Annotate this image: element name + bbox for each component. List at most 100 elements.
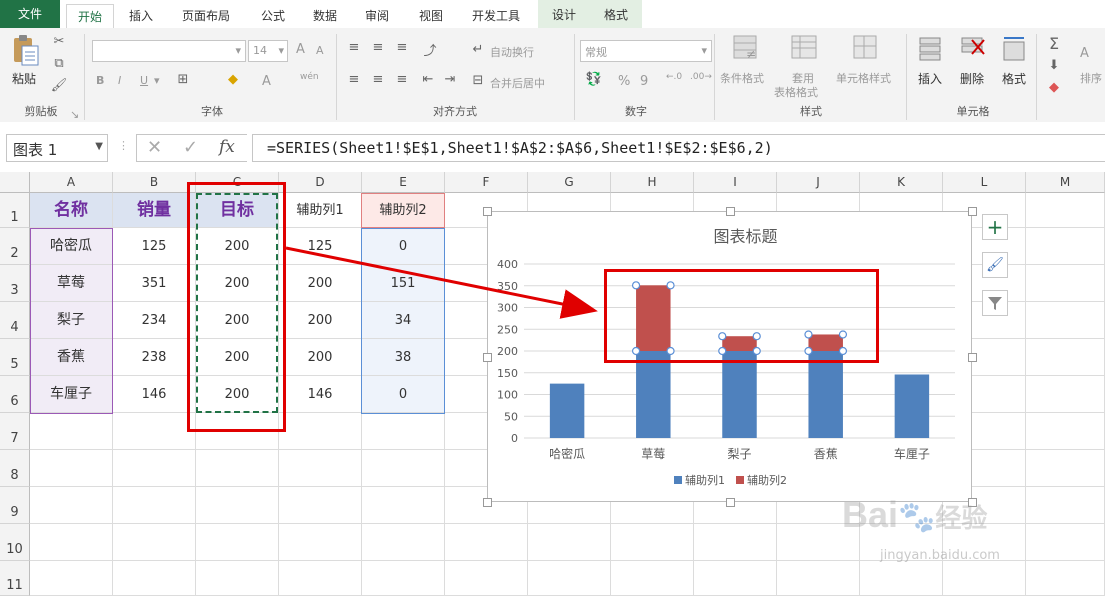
name-box[interactable]: 图表 1 ▼ <box>6 134 108 162</box>
align-middle-icon[interactable]: ≡ <box>368 40 388 55</box>
column-header-b[interactable]: B <box>113 172 196 193</box>
fill-color-icon[interactable]: ◆ <box>222 72 244 87</box>
cell[interactable] <box>1026 228 1105 265</box>
table-cell[interactable]: 车厘子 <box>30 376 113 413</box>
table-cell[interactable]: 草莓 <box>30 265 113 302</box>
cell[interactable] <box>1026 339 1105 376</box>
chart-elements-button[interactable]: + <box>982 214 1008 240</box>
table-header-cell[interactable]: 销量 <box>113 193 196 228</box>
cell[interactable] <box>279 524 362 561</box>
column-header-i[interactable]: I <box>694 172 777 193</box>
cell[interactable] <box>694 561 777 596</box>
cancel-icon[interactable]: ✕ <box>147 137 162 158</box>
table-cell[interactable]: 238 <box>113 339 196 376</box>
bold-button[interactable]: B <box>96 74 104 87</box>
conditional-formatting-button[interactable]: 条件格式 <box>720 70 764 86</box>
tab-chart-design[interactable]: 设计 <box>538 0 590 28</box>
number-format-select[interactable]: 常规 ▾ <box>580 40 712 62</box>
table-cell[interactable]: 234 <box>113 302 196 339</box>
fill-icon[interactable]: ⬇ <box>1044 58 1064 73</box>
sort-filter-icon[interactable]: A <box>1080 46 1089 61</box>
orientation-icon[interactable]: ⤴ <box>420 40 440 59</box>
tab-file[interactable]: 文件 <box>0 0 60 28</box>
paste-button[interactable]: 粘贴 <box>12 70 36 87</box>
format-as-table-label-2[interactable]: 表格格式 <box>774 84 818 100</box>
cell[interactable] <box>694 524 777 561</box>
decrease-indent-icon[interactable]: ⇤ <box>418 72 438 87</box>
cell[interactable] <box>362 487 445 524</box>
cell[interactable] <box>279 413 362 450</box>
cell[interactable] <box>1026 487 1105 524</box>
cell[interactable] <box>611 524 694 561</box>
cell[interactable] <box>196 450 279 487</box>
cell[interactable] <box>362 450 445 487</box>
row-header-9[interactable]: 9 <box>0 487 30 524</box>
phonetic-guide-button[interactable]: wén <box>300 72 319 82</box>
underline-button[interactable]: U <box>140 74 148 87</box>
merge-icon[interactable]: ⊟ <box>470 73 486 88</box>
chevron-down-icon[interactable]: ▾ <box>154 74 160 87</box>
column-header-e[interactable]: E <box>362 172 445 193</box>
cell[interactable] <box>113 413 196 450</box>
formula-input[interactable]: =SERIES(Sheet1!$E$1,Sheet1!$A$2:$A$6,She… <box>252 134 1105 162</box>
row-header-10[interactable]: 10 <box>0 524 30 561</box>
row-header-11[interactable]: 11 <box>0 561 30 596</box>
row-header-3[interactable]: 3 <box>0 265 30 302</box>
delete-cells-icon[interactable] <box>958 34 986 62</box>
row-header-5[interactable]: 5 <box>0 339 30 376</box>
column-header-j[interactable]: J <box>777 172 860 193</box>
cell[interactable] <box>30 450 113 487</box>
cell[interactable] <box>30 487 113 524</box>
align-top-icon[interactable]: ≡ <box>344 40 364 55</box>
table-cell[interactable]: 200 <box>196 302 279 339</box>
table-header-cell[interactable]: 名称 <box>30 193 113 228</box>
format-as-table-icon[interactable] <box>790 34 818 62</box>
tab-page-layout[interactable]: 页面布局 <box>172 4 240 28</box>
cell[interactable] <box>528 524 611 561</box>
cell[interactable] <box>445 524 528 561</box>
cell[interactable] <box>30 524 113 561</box>
table-cell[interactable]: 200 <box>279 339 362 376</box>
italic-button[interactable]: I <box>118 74 121 87</box>
column-header-g[interactable]: G <box>528 172 611 193</box>
tab-data[interactable]: 数据 <box>302 4 348 28</box>
align-left-icon[interactable]: ≡ <box>344 72 364 87</box>
chart-filters-button[interactable] <box>982 290 1008 316</box>
table-cell[interactable]: 香蕉 <box>30 339 113 376</box>
paste-icon[interactable] <box>10 34 40 66</box>
font-size-select[interactable]: 14 ▾ <box>248 40 288 62</box>
cell[interactable] <box>113 450 196 487</box>
format-cells-icon[interactable] <box>1000 34 1028 62</box>
table-cell[interactable]: 200 <box>196 265 279 302</box>
autosum-icon[interactable]: Σ <box>1044 34 1064 53</box>
tab-review[interactable]: 审阅 <box>354 4 400 28</box>
cell[interactable] <box>777 561 860 596</box>
cell[interactable] <box>362 413 445 450</box>
cell[interactable] <box>196 487 279 524</box>
cell[interactable] <box>1026 413 1105 450</box>
cell-styles-icon[interactable] <box>852 34 880 62</box>
table-header-cell[interactable]: 辅助列1 <box>279 193 362 228</box>
table-cell[interactable]: 200 <box>196 339 279 376</box>
cell[interactable] <box>1026 302 1105 339</box>
column-header-f[interactable]: F <box>445 172 528 193</box>
select-all-corner[interactable] <box>0 172 30 193</box>
chevron-down-icon[interactable]: ▼ <box>95 141 103 152</box>
increase-indent-icon[interactable]: ⇥ <box>440 72 460 87</box>
merge-center-button[interactable]: 合并后居中 <box>490 75 545 91</box>
table-header-cell[interactable]: 辅助列2 <box>362 193 445 228</box>
conditional-formatting-icon[interactable]: ≠ <box>732 34 760 62</box>
delete-cells-button[interactable]: 删除 <box>960 70 984 87</box>
cut-icon[interactable]: ✂ <box>50 34 68 49</box>
table-cell[interactable]: 梨子 <box>30 302 113 339</box>
align-center-icon[interactable]: ≡ <box>368 72 388 87</box>
row-header-6[interactable]: 6 <box>0 376 30 413</box>
shrink-font-button[interactable]: A <box>316 44 324 57</box>
cell[interactable] <box>611 561 694 596</box>
cell[interactable] <box>1026 450 1105 487</box>
cell[interactable] <box>1026 524 1105 561</box>
cell[interactable] <box>113 561 196 596</box>
resize-handle[interactable] <box>483 207 492 216</box>
cell-styles-button[interactable]: 单元格样式 <box>836 70 891 86</box>
table-cell[interactable]: 0 <box>362 376 445 413</box>
